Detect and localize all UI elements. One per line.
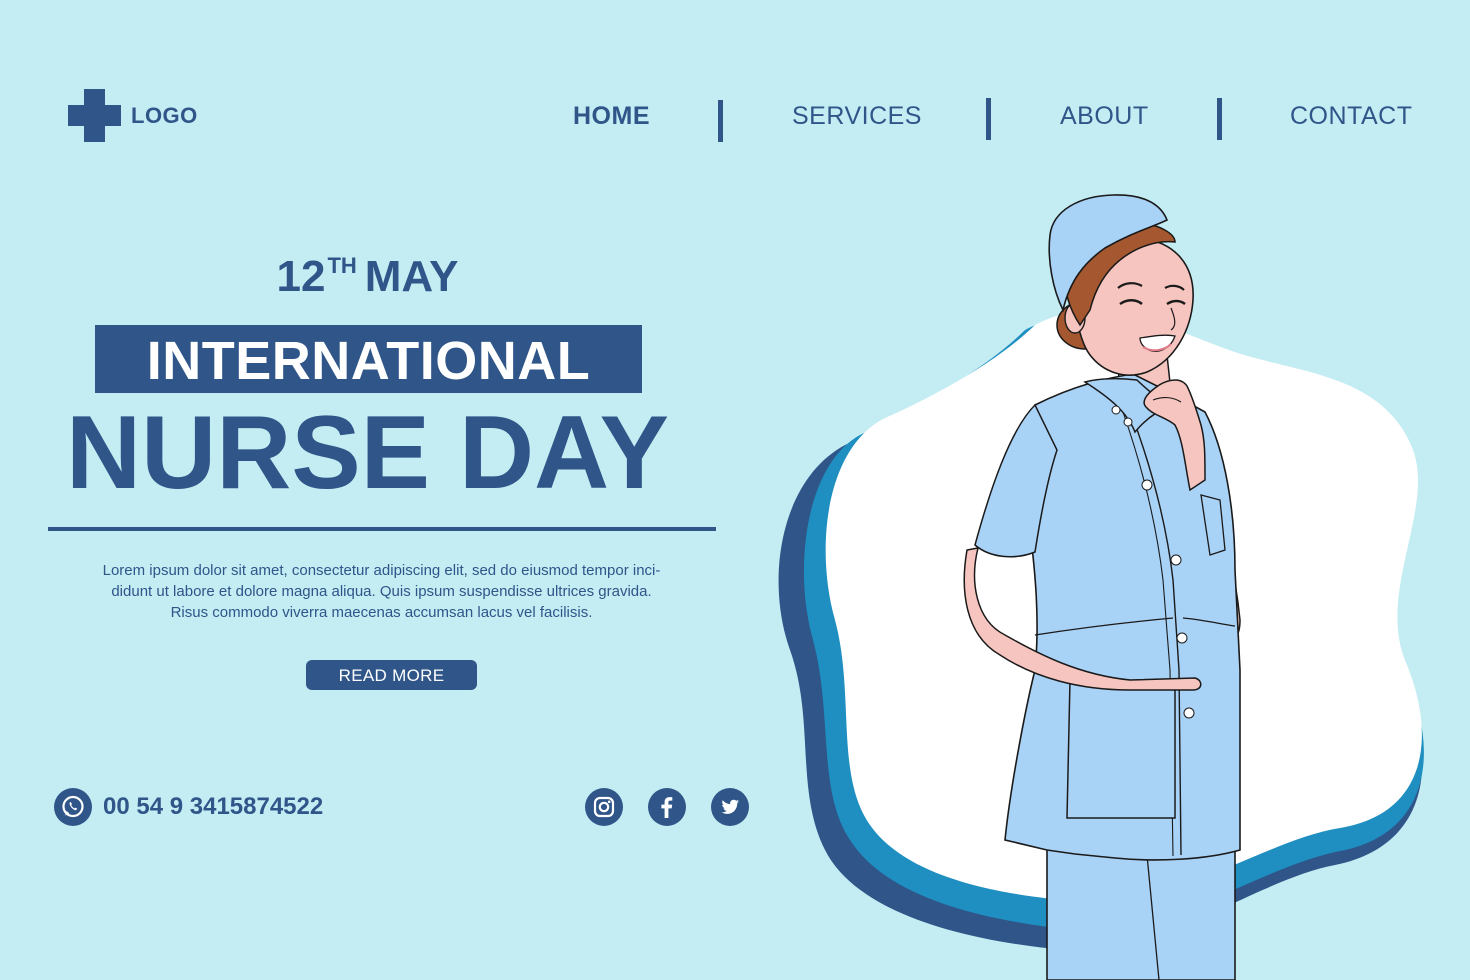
date-suffix: TH — [327, 253, 357, 278]
nav-item-contact[interactable]: CONTACT — [1290, 102, 1412, 131]
whatsapp-icon — [54, 788, 92, 826]
facebook-icon[interactable] — [648, 788, 686, 826]
tunic-pocket — [1066, 679, 1176, 819]
description-line: Lorem ipsum dolor sit amet, consectetur … — [102, 562, 661, 579]
landing-page: LOGO HOME SERVICES ABOUT CONTACT 12TH MAY… — [0, 0, 1470, 980]
title-nurse-day: NURSE DAY — [66, 395, 669, 511]
instagram-icon[interactable] — [585, 788, 623, 826]
read-more-button[interactable]: READ MORE — [306, 660, 477, 690]
description-line: Risus commodo viverra maecenas accumsan … — [170, 604, 593, 621]
title-divider — [48, 527, 716, 531]
nav-item-home[interactable]: HOME — [573, 102, 650, 131]
phone-number: 00 54 9 3415874522 — [103, 793, 324, 820]
event-date: 12TH MAY — [0, 252, 735, 302]
nav-divider — [718, 100, 723, 142]
date-month: MAY — [364, 252, 459, 301]
nav-item-about[interactable]: ABOUT — [1060, 102, 1149, 131]
nav-divider — [986, 98, 991, 140]
hero-description: Lorem ipsum dolor sit amet, consectetur … — [80, 560, 683, 623]
phone-contact[interactable]: 00 54 9 3415874522 — [54, 788, 323, 826]
nurse-illustration — [778, 194, 1424, 980]
description-line: didunt ut labore et dolore magna aliqua.… — [111, 583, 652, 600]
nav-item-services[interactable]: SERVICES — [792, 102, 922, 131]
title-international: INTERNATIONAL — [146, 331, 591, 391]
nurse-trousers — [1046, 839, 1236, 980]
nav-divider — [1217, 98, 1222, 140]
main-nav: HOME SERVICES ABOUT CONTACT — [0, 96, 1470, 144]
date-day: 12 — [276, 252, 326, 301]
